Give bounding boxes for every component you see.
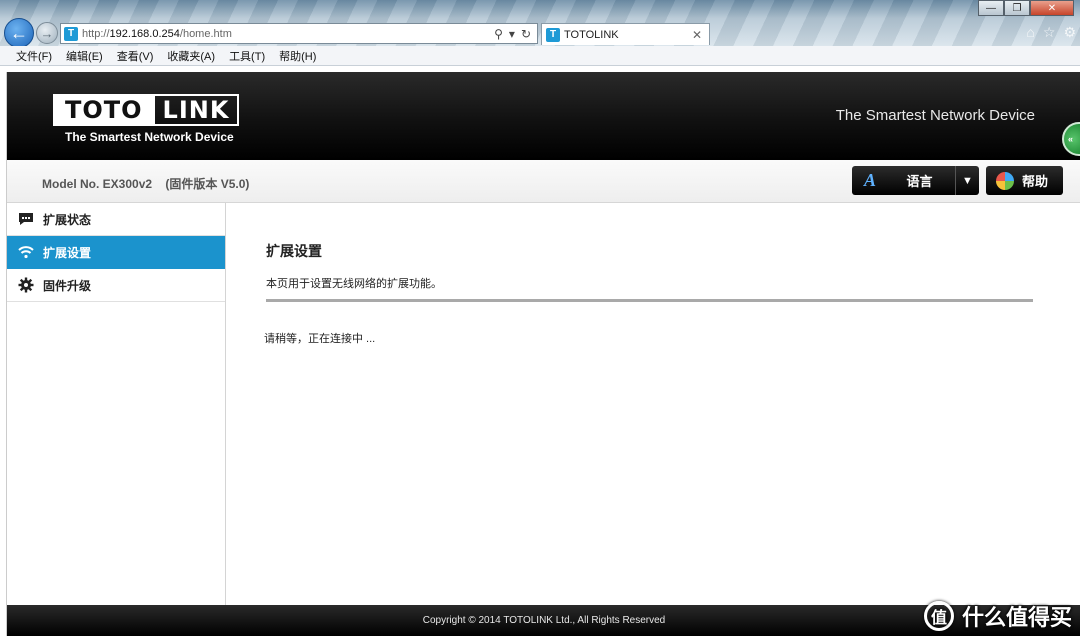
watermark-logo-icon: 值: [923, 601, 954, 631]
menu-favorites[interactable]: 收藏夹(A): [167, 48, 215, 64]
page-footer: Copyright © 2014 TOTOLINK Ltd., All Righ…: [7, 605, 1080, 636]
maximize-icon[interactable]: ❐: [1004, 0, 1030, 16]
forward-arrow-icon[interactable]: →: [36, 22, 58, 44]
dropdown-icon[interactable]: ▾: [509, 27, 515, 41]
address-tools: ⚲ ▾ ↻: [494, 27, 531, 41]
help-button[interactable]: 帮助: [986, 166, 1063, 195]
search-icon[interactable]: ⚲: [494, 27, 503, 41]
tab-close-icon[interactable]: ✕: [692, 28, 702, 42]
router-page: TOTO LINK The Smartest Network Device Th…: [6, 72, 1080, 636]
language-dropdown-icon[interactable]: ▼: [955, 166, 979, 195]
browser-chrome: ← → T http://192.168.0.254/home.htm ⚲ ▾ …: [0, 0, 1080, 48]
language-a-icon: A: [863, 170, 876, 190]
address-bar[interactable]: T http://192.168.0.254/home.htm ⚲ ▾ ↻: [60, 23, 538, 44]
sidebar-item-extend-settings[interactable]: 扩展设置: [7, 236, 225, 269]
back-arrow-icon[interactable]: ←: [4, 18, 34, 48]
model-number: Model No. EX300v2: [42, 177, 153, 191]
logo-box: TOTO LINK: [53, 94, 240, 126]
language-label: 语言: [906, 174, 933, 189]
refresh-icon[interactable]: ↻: [521, 27, 531, 41]
divider: [266, 299, 1033, 302]
minimize-icon[interactable]: —: [978, 0, 1004, 16]
sidebar-item-label: 扩展设置: [43, 245, 92, 260]
language-button[interactable]: A 语言 ▼: [852, 166, 979, 195]
url-path: /home.htm: [179, 27, 232, 40]
watermark: 值 什么值得买: [923, 600, 1072, 632]
logo-link: LINK: [152, 96, 238, 124]
sidebar: 扩展状态 扩展设置 固件升级: [7, 203, 226, 605]
sidebar-item-firmware-upgrade[interactable]: 固件升级: [7, 269, 225, 302]
browser-tools: ⌂ ☆ ⚙: [1026, 24, 1076, 41]
menu-view[interactable]: 查看(V): [117, 48, 154, 64]
help-users-icon: [996, 171, 1014, 190]
wifi-icon: [17, 243, 35, 261]
menu-edit[interactable]: 编辑(E): [66, 48, 103, 64]
logo-toto: TOTO: [55, 96, 153, 124]
chat-icon: [17, 210, 35, 228]
page-title: 扩展设置: [266, 243, 322, 259]
totolink-logo: TOTO LINK The Smartest Network Device: [53, 94, 240, 144]
settings-gear-icon[interactable]: ⚙: [1063, 24, 1076, 41]
gear-icon: [17, 276, 35, 294]
sidebar-item-label: 扩展状态: [43, 212, 92, 227]
watermark-text: 什么值得买: [961, 605, 1072, 630]
url-host: 192.168.0.254: [109, 27, 180, 40]
url-prefix: http://: [82, 27, 110, 40]
page-header: TOTO LINK The Smartest Network Device Th…: [7, 72, 1080, 160]
window-controls: — ❐ ✕: [978, 0, 1074, 16]
url-text[interactable]: http://192.168.0.254/home.htm: [82, 28, 494, 40]
menu-file[interactable]: 文件(F): [16, 48, 52, 64]
menu-help[interactable]: 帮助(H): [279, 48, 316, 64]
site-favicon-icon: T: [64, 26, 78, 41]
help-label: 帮助: [1022, 174, 1049, 189]
sidebar-item-extend-status[interactable]: 扩展状态: [7, 203, 225, 236]
main-content: 扩展设置 本页用于设置无线网络的扩展功能。 请稍等，正在连接中 ...: [227, 203, 1080, 605]
close-window-icon[interactable]: ✕: [1030, 0, 1074, 16]
browser-menubar: 文件(F) 编辑(E) 查看(V) 收藏夹(A) 工具(T) 帮助(H): [0, 46, 1080, 66]
header-slogan: The Smartest Network Device: [835, 107, 1035, 124]
tab-title: TOTOLINK: [564, 28, 619, 41]
copyright-text: Copyright © 2014 TOTOLINK Ltd., All Righ…: [422, 615, 666, 626]
favorites-star-icon[interactable]: ☆: [1043, 24, 1056, 41]
connection-status: 请稍等，正在连接中 ...: [264, 333, 376, 345]
page-description: 本页用于设置无线网络的扩展功能。: [266, 278, 442, 290]
sidebar-item-label: 固件升级: [43, 278, 92, 293]
logo-tagline: The Smartest Network Device: [65, 130, 234, 144]
tab-favicon-icon: T: [546, 27, 560, 42]
menu-tools[interactable]: 工具(T): [229, 48, 265, 64]
info-bar: Model No. EX300v2 (固件版本 V5.0) A 语言 ▼ 帮助: [7, 160, 1080, 203]
model-info: Model No. EX300v2 (固件版本 V5.0): [42, 175, 249, 192]
home-icon[interactable]: ⌂: [1026, 24, 1034, 41]
firmware-version: (固件版本 V5.0): [165, 177, 250, 191]
browser-tab[interactable]: T TOTOLINK ✕: [541, 23, 710, 45]
